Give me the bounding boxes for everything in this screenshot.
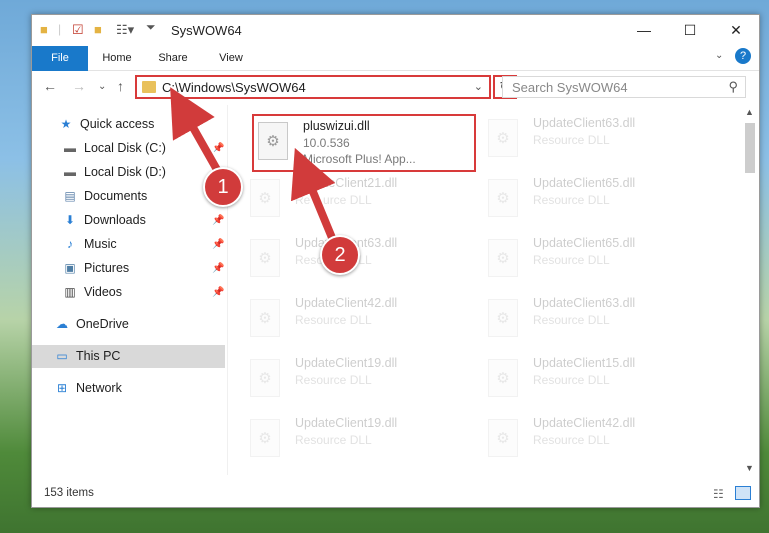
list-item[interactable]: ⚙ UpdateClient42.dll Resource DLL: [482, 413, 702, 467]
properties-icon[interactable]: ☑: [72, 22, 84, 38]
dll-file-icon: ⚙: [488, 119, 518, 157]
dll-file-icon: ⚙: [250, 239, 280, 277]
qat-customize-icon[interactable]: ☷▾: [116, 22, 134, 38]
ribbon: File Home Share View ? ⌄: [32, 46, 759, 100]
dll-file-icon: ⚙: [488, 419, 518, 457]
tab-view[interactable]: View: [208, 46, 254, 70]
explorer-window: ■ | ☑ ■ ☷▾ ⏷ SysWOW64 — ☐ ✕ File Home Sh…: [31, 14, 760, 508]
list-item[interactable]: ⚙UpdateClient63.dllResource DLL: [482, 293, 702, 347]
list-item[interactable]: ⚙UpdateClient63.dllResource DLL: [482, 113, 702, 167]
pictures-icon: ▣: [64, 261, 76, 275]
search-icon[interactable]: ⚲: [728, 79, 738, 95]
documents-icon: ▤: [64, 189, 76, 203]
navigation-bar: ← → ⌄ ↑ C:\Windows\SysWOW64 ⌄ ↻ Search S…: [32, 71, 759, 105]
list-item[interactable]: ⚙ UpdateClient65.dll Resource DLL: [482, 173, 702, 227]
pin-icon[interactable]: 📌: [212, 215, 224, 226]
tab-share[interactable]: Share: [150, 46, 196, 70]
cloud-icon: ☁: [56, 317, 68, 331]
dll-file-icon: ⚙: [250, 179, 280, 217]
maximize-button[interactable]: ☐: [667, 15, 713, 46]
large-icons-view-icon[interactable]: [735, 486, 751, 500]
address-bar[interactable]: C:\Windows\SysWOW64 ⌄: [135, 75, 491, 99]
list-item-pluswizui[interactable]: ⚙ pluswizui.dll 10.0.536 Microsoft Plus!…: [252, 116, 472, 170]
up-arrow-icon[interactable]: ↑: [117, 78, 124, 94]
scroll-thumb[interactable]: [745, 123, 755, 173]
pin-icon[interactable]: 📌: [212, 239, 224, 250]
search-input[interactable]: Search SysWOW64: [512, 80, 628, 95]
dll-file-icon: ⚙: [488, 239, 518, 277]
tab-home[interactable]: Home: [94, 46, 140, 70]
highlighted-file-box: ⚙ pluswizui.dll 10.0.536 Microsoft Plus!…: [252, 114, 476, 172]
sidebar-item-network[interactable]: ⊞ Network: [54, 377, 122, 399]
vertical-scrollbar[interactable]: ▲ ▼: [741, 105, 759, 475]
drive-icon: ▬: [64, 141, 76, 155]
help-icon[interactable]: ?: [735, 48, 751, 64]
dll-file-icon: ⚙: [250, 419, 280, 457]
sidebar-item-pictures[interactable]: ▣ Pictures: [62, 257, 129, 279]
qat-separator: |: [58, 22, 62, 36]
folder-icon: ■: [40, 22, 48, 37]
sidebar-item-onedrive[interactable]: ☁ OneDrive: [54, 313, 129, 335]
star-icon: ★: [60, 117, 72, 131]
search-box[interactable]: Search SysWOW64 ⚲: [502, 76, 746, 98]
sidebar-item-videos[interactable]: ▥ Videos: [62, 281, 122, 303]
dll-file-icon: ⚙: [488, 179, 518, 217]
minimize-button[interactable]: —: [621, 15, 667, 46]
sidebar-item-this-pc[interactable]: ▭ This PC: [54, 345, 120, 367]
dll-file-icon: ⚙: [258, 122, 288, 160]
folder-icon: [142, 81, 156, 93]
navigation-pane: ★ Quick access ▬ Local Disk (C:) 📌 ▬ Local …: [32, 105, 227, 475]
sidebar-item-local-disk-d[interactable]: ▬ Local Disk (D:): [62, 161, 166, 183]
videos-icon: ▥: [64, 285, 76, 299]
scroll-down-icon[interactable]: ▼: [745, 463, 754, 473]
drive-icon: ▬: [64, 165, 76, 179]
list-item[interactable]: ⚙ UpdateClient19.dll Resource DLL: [244, 353, 464, 407]
list-item[interactable]: ⚙ UpdateClient42.dll Resource DLL: [244, 293, 464, 347]
list-item[interactable]: ⚙ UpdateClient21.dll Resource DLL: [244, 173, 464, 227]
dll-file-icon: ⚙: [250, 359, 280, 397]
list-item[interactable]: ⚙ UpdateClient65.dll Resource DLL: [482, 233, 702, 287]
download-icon: ⬇: [64, 213, 76, 227]
details-view-icon[interactable]: ☷: [713, 487, 724, 501]
pin-icon[interactable]: 📌: [212, 263, 224, 274]
title-bar: ■ | ☑ ■ ☷▾ ⏷ SysWOW64 — ☐ ✕: [32, 15, 759, 46]
list-item[interactable]: ⚙ UpdateClient19.dll Resource DLL: [244, 413, 464, 467]
forward-arrow-icon[interactable]: →: [72, 78, 86, 94]
sidebar-item-downloads[interactable]: ⬇ Downloads: [62, 209, 146, 231]
item-count: 153 items: [44, 487, 94, 499]
scroll-up-icon[interactable]: ▲: [745, 107, 754, 117]
expand-ribbon-icon[interactable]: ⌄: [715, 50, 723, 61]
step-1-badge: 1: [203, 167, 243, 207]
recent-locations-icon[interactable]: ⌄: [98, 81, 106, 92]
sidebar-item-documents[interactable]: ▤ Documents: [62, 185, 147, 207]
pc-icon: ▭: [56, 349, 68, 363]
address-path: C:\Windows\SysWOW64: [162, 80, 306, 95]
sidebar-item-quick-access[interactable]: ★ Quick access: [58, 113, 155, 135]
dll-file-icon: ⚙: [488, 299, 518, 337]
window-title: SysWOW64: [171, 23, 242, 38]
sidebar-item-local-disk-c[interactable]: ▬ Local Disk (C:): [62, 137, 166, 159]
list-item[interactable]: ⚙ UpdateClient15.dll Resource DLL: [482, 353, 702, 407]
close-button[interactable]: ✕: [713, 15, 759, 46]
network-icon: ⊞: [56, 381, 68, 395]
address-dropdown-icon[interactable]: ⌄: [474, 80, 483, 93]
new-folder-icon[interactable]: ■: [94, 22, 102, 37]
qat-dropdown-icon[interactable]: ⏷: [146, 20, 156, 35]
pin-icon[interactable]: 📌: [212, 143, 224, 154]
dll-file-icon: ⚙: [250, 299, 280, 337]
pin-icon[interactable]: 📌: [212, 287, 224, 298]
music-icon: ♪: [67, 237, 73, 251]
status-bar: 153 items ☷: [32, 483, 759, 507]
sidebar-item-music[interactable]: ♪ Music: [62, 233, 117, 255]
back-arrow-icon[interactable]: ←: [43, 78, 57, 94]
dll-file-icon: ⚙: [488, 359, 518, 397]
step-2-badge: 2: [320, 235, 360, 275]
